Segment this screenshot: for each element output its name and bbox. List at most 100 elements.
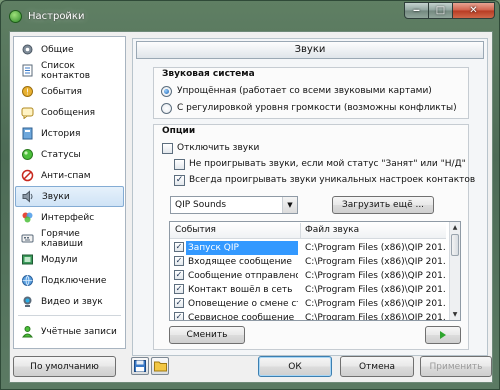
sidebar-item-label: Список контактов <box>41 60 91 81</box>
table-header: События Файл звука <box>170 222 446 239</box>
event-name: Сервисное сообщение <box>188 313 295 321</box>
scroll-up-icon[interactable]: ▲ <box>450 222 460 233</box>
simplified-sound-radio[interactable] <box>161 86 172 97</box>
sidebar-item-label: Звуки <box>42 191 70 202</box>
gear-icon <box>21 43 34 56</box>
sounds-panel: Звуки Звуковая система Упрощённая (работ… <box>132 38 488 356</box>
chevron-down-icon[interactable]: ▼ <box>282 197 297 213</box>
table-row[interactable]: ✓ Контакт вошёл в сеть C:\Program Files … <box>170 283 446 297</box>
row-enabled-checkbox[interactable]: ✓ <box>174 298 184 308</box>
contacts-icon <box>21 64 34 77</box>
sidebar-item-label: Статусы <box>41 149 81 160</box>
volume-control-radio[interactable] <box>161 103 172 114</box>
hotkeys-icon <box>21 232 34 245</box>
sidebar-item-label: Горячие клавиши <box>41 228 83 249</box>
sidebar-item-label: Сообщения <box>41 107 96 118</box>
sidebar-item-messages[interactable]: Сообщения <box>15 102 124 123</box>
defaults-button[interactable]: По умолчанию <box>13 356 116 377</box>
sidebar-item-interface[interactable]: Интерфейс <box>15 207 124 228</box>
row-enabled-checkbox[interactable]: ✓ <box>174 312 184 320</box>
qip-logo-icon <box>9 10 22 23</box>
sound-file-path: C:\Program Files (x86)\QIP 201... <box>305 271 445 281</box>
close-button[interactable]: ✕ <box>452 2 495 19</box>
table-row[interactable]: ✓ Оповещение о смене стат... C:\Program … <box>170 297 446 311</box>
svg-text:!: ! <box>26 88 29 97</box>
table-row[interactable]: ✓ Запуск QIP C:\Program Files (x86)\QIP … <box>170 241 446 255</box>
sidebar-item-label: Модули <box>41 254 78 265</box>
sidebar-item-hotkeys[interactable]: Горячие клавиши <box>15 228 124 249</box>
play-sound-button[interactable] <box>425 326 461 344</box>
row-enabled-checkbox[interactable]: ✓ <box>174 284 184 294</box>
sidebar-item-general[interactable]: Общие <box>15 39 124 60</box>
table-scrollbar[interactable]: ▲ ▼ <box>449 222 460 320</box>
load-more-button[interactable]: Загрузить ещё ... <box>332 196 434 214</box>
sidebar-item-label: История <box>41 128 81 139</box>
status-icon <box>21 148 34 161</box>
sidebar-item-history[interactable]: История <box>15 123 124 144</box>
minimize-button[interactable]: ‒ <box>404 2 429 19</box>
table-row[interactable]: ✓ Сервисное сообщение C:\Program Files (… <box>170 311 446 321</box>
sound-theme-select[interactable]: QIP Sounds ▼ <box>170 196 298 214</box>
simplified-sound-label[interactable]: Упрощённая (работает со всеми звуковыми … <box>177 86 432 96</box>
event-name: Сообщение отправлено <box>188 271 298 281</box>
open-folder-button[interactable] <box>151 357 169 375</box>
sidebar-item-label: Подключение <box>41 275 107 286</box>
sidebar-item-connection[interactable]: Подключение <box>15 270 124 291</box>
settings-sidebar: Общие Список контактов ! События Сообщен… <box>13 36 126 349</box>
table-row[interactable]: ✓ Входящее сообщение C:\Program Files (x… <box>170 255 446 269</box>
column-separator[interactable] <box>300 223 301 238</box>
sidebar-item-sounds[interactable]: Звуки <box>15 186 124 207</box>
sound-file-path: C:\Program Files (x86)\QIP 201... <box>305 299 445 309</box>
volume-control-label[interactable]: С регулировкой уровня громкости (возможн… <box>177 103 457 113</box>
speaker-icon <box>22 190 35 203</box>
sidebar-item-accounts[interactable]: Учётные записи <box>15 321 124 342</box>
column-sound-file[interactable]: Файл звука <box>305 225 359 235</box>
always-play-unique-checkbox[interactable]: ✓ <box>174 175 185 186</box>
sidebar-item-label: Учётные записи <box>41 326 117 337</box>
sound-theme-value: QIP Sounds <box>175 200 227 210</box>
sidebar-item-events[interactable]: ! События <box>15 81 124 102</box>
title-bar[interactable]: Настройки ‒ □ ✕ <box>1 1 500 31</box>
ok-button[interactable]: ОК <box>258 356 332 377</box>
sound-file-path: C:\Program Files (x86)\QIP 201... <box>305 313 445 321</box>
cancel-button[interactable]: Отмена <box>340 356 414 377</box>
sidebar-item-video-sound[interactable]: Видео и звук <box>15 291 124 312</box>
apply-button[interactable]: Применить <box>420 356 492 377</box>
sound-file-path: C:\Program Files (x86)\QIP 201... <box>305 285 445 295</box>
mute-when-busy-checkbox[interactable] <box>174 159 185 170</box>
sidebar-item-modules[interactable]: Модули <box>15 249 124 270</box>
maximize-button[interactable]: □ <box>428 2 453 19</box>
sidebar-item-antispam[interactable]: Анти-спам <box>15 165 124 186</box>
event-name: Контакт вошёл в сеть <box>188 285 293 295</box>
mute-when-busy-label[interactable]: Не проигрывать звуки, если мой статус "З… <box>189 159 466 169</box>
disable-sounds-checkbox[interactable] <box>162 143 173 154</box>
interface-icon <box>21 211 34 224</box>
sidebar-item-label: Общие <box>41 44 74 55</box>
scroll-thumb[interactable] <box>451 234 459 256</box>
scroll-down-icon[interactable]: ▼ <box>450 309 460 320</box>
modules-icon <box>21 253 34 266</box>
event-name: Запуск QIP <box>186 241 298 255</box>
sidebar-item-contact-list[interactable]: Список контактов <box>15 60 124 81</box>
sound-file-path: C:\Program Files (x86)\QIP 201... <box>305 257 445 267</box>
event-name: Оповещение о смене стат... <box>188 299 298 309</box>
folder-icon <box>153 361 167 372</box>
table-row[interactable]: ✓ Сообщение отправлено C:\Program Files … <box>170 269 446 283</box>
antispam-icon <box>21 169 34 182</box>
change-sound-button[interactable]: Сменить <box>169 326 245 344</box>
window-title: Настройки <box>28 11 85 22</box>
play-icon <box>440 331 446 339</box>
dialog-client-area: Общие Список контактов ! События Сообщен… <box>9 31 493 383</box>
save-profile-button[interactable] <box>131 357 149 375</box>
column-events[interactable]: События <box>175 225 216 235</box>
disable-sounds-label[interactable]: Отключить звуки <box>177 143 259 153</box>
row-enabled-checkbox[interactable]: ✓ <box>174 256 184 266</box>
event-name: Входящее сообщение <box>188 257 292 267</box>
always-play-unique-label[interactable]: Всегда проигрывать звуки уникальных наст… <box>189 175 475 185</box>
settings-window: Настройки ‒ □ ✕ Общие Список контактов !… <box>0 0 500 390</box>
row-enabled-checkbox[interactable]: ✓ <box>174 242 184 252</box>
sidebar-divider <box>18 315 121 316</box>
row-enabled-checkbox[interactable]: ✓ <box>174 270 184 280</box>
sidebar-item-statuses[interactable]: Статусы <box>15 144 124 165</box>
messages-icon <box>21 106 34 119</box>
